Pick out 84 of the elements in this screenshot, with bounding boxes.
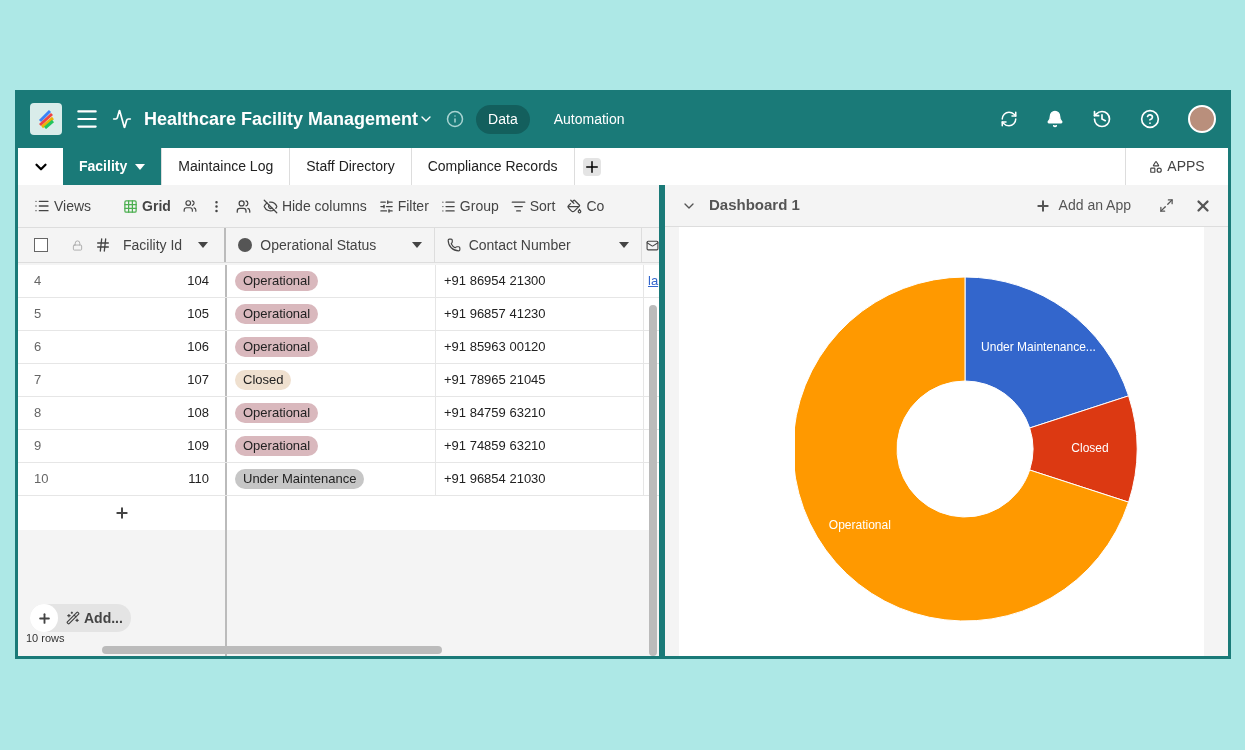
add-icon[interactable] [36, 610, 52, 626]
table-cell-text: 109 [187, 437, 209, 456]
plus-icon [1034, 197, 1051, 214]
status-tag: Under Maintenance [235, 469, 365, 489]
views-button[interactable]: Views [34, 195, 92, 217]
add-app-button[interactable]: Add an App [1034, 195, 1131, 216]
filter-button[interactable]: Filter [378, 195, 429, 217]
email-icon [646, 238, 659, 252]
wand-icon [66, 611, 80, 625]
app-logo-icon [30, 103, 62, 135]
column-header[interactable]: Facility Id [123, 234, 183, 256]
expand-icon[interactable] [1159, 198, 1174, 213]
hide-columns-button[interactable]: Hide columns [262, 195, 367, 217]
row-number: 5 [34, 305, 42, 324]
table-cell-text: +91 85963 00120 [444, 338, 546, 357]
dropdown-caret-icon[interactable] [619, 242, 629, 248]
table-tab[interactable]: Facility [63, 148, 163, 185]
add-tab-icon[interactable] [582, 157, 601, 176]
horizontal-scrollbar[interactable] [102, 646, 442, 654]
dropdown-caret-icon[interactable] [135, 163, 146, 170]
status-tag: Closed [235, 370, 292, 390]
status-tag: Operational [235, 304, 319, 324]
dropdown-caret-icon[interactable] [411, 242, 422, 248]
nav-tab[interactable]: Automation [541, 104, 637, 134]
status-tag: Operational [235, 436, 319, 456]
dropdown-caret-icon[interactable] [198, 242, 209, 248]
help-icon[interactable] [1140, 109, 1160, 129]
email-link[interactable]: la [648, 271, 659, 291]
table-cell-text: 110 [188, 470, 209, 489]
pulse-icon [112, 109, 132, 129]
vertical-scrollbar[interactable] [649, 305, 657, 656]
row-number: 7 [34, 371, 42, 390]
slice-label: Closed [1070, 441, 1109, 456]
history-icon[interactable] [1092, 109, 1112, 129]
app-title[interactable]: Healthcare Facility Management [144, 105, 419, 133]
slice-label: Operational [828, 517, 891, 532]
status-tag: Operational [235, 271, 319, 291]
avatar[interactable] [1188, 105, 1216, 133]
dashboard-title: Dashboard 1 [709, 195, 800, 216]
group-button[interactable]: Group [440, 195, 499, 217]
nav-tab[interactable]: Data [476, 104, 530, 134]
status-field-icon [238, 238, 253, 252]
row-number: 4 [34, 272, 42, 291]
table-cell-text: 105 [187, 305, 209, 324]
table-cell-text: 104 [187, 272, 209, 291]
table-cell-text: +91 96857 41230 [444, 305, 546, 324]
status-tag: Operational [235, 337, 319, 357]
row-number: 6 [34, 338, 42, 357]
sliders-icon [378, 198, 394, 214]
phone-icon [446, 238, 461, 252]
row-number: 8 [34, 404, 42, 423]
table-cell-text: 106 [187, 338, 209, 357]
table-cell-text: +91 78965 21045 [444, 371, 546, 390]
grid-icon [123, 198, 139, 214]
table-cell-text: 108 [187, 404, 209, 423]
grid-view-button[interactable]: Grid [123, 195, 171, 217]
row-number: 9 [34, 437, 42, 456]
table-cell-text: +91 86954 21300 [444, 272, 546, 291]
row-count: 10 rows [26, 630, 65, 646]
notifications-icon[interactable] [1046, 110, 1064, 128]
sort-button[interactable]: Sort [510, 195, 556, 217]
number-field-icon [95, 237, 111, 253]
slice-label: Under Maintenance... [980, 340, 1096, 355]
table-cell-text: 107 [187, 371, 209, 390]
sort-icon [510, 198, 526, 214]
people-icon[interactable] [182, 199, 197, 213]
add-row-icon[interactable] [113, 505, 130, 521]
eye-off-icon [262, 198, 278, 214]
list-icon [440, 198, 456, 214]
color-button[interactable]: Co [567, 195, 605, 217]
people-icon[interactable] [235, 198, 251, 214]
lock-icon [72, 239, 83, 251]
shapes-icon [1149, 159, 1164, 174]
row-number: 10 [34, 470, 49, 489]
column-header[interactable]: Operational Status [260, 234, 377, 256]
status-tag: Operational [235, 403, 319, 423]
table-cell-text: +91 96854 21030 [444, 470, 546, 489]
column-header[interactable]: Contact Number [468, 234, 571, 256]
info-icon[interactable] [446, 110, 465, 128]
paint-bucket-icon [567, 198, 583, 214]
table-cell-text: +91 84759 63210 [444, 404, 546, 423]
select-all-checkbox[interactable] [34, 238, 48, 252]
sync-icon[interactable] [1000, 110, 1018, 128]
table-cell-text: +91 74859 63210 [444, 437, 546, 456]
